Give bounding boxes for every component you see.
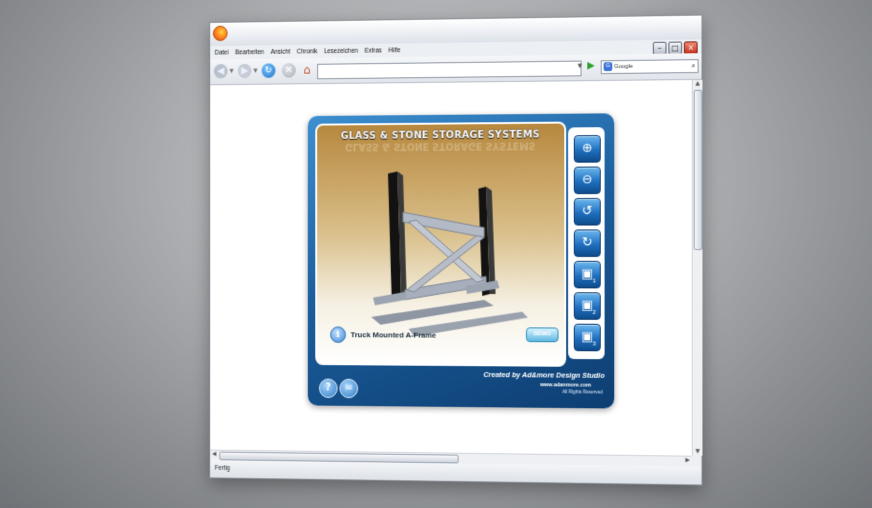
search-placeholder: Google xyxy=(614,63,633,71)
search-box[interactable]: G Google ⌕ xyxy=(600,59,699,75)
rotate-left-icon: ↺ xyxy=(582,203,593,219)
left-foot xyxy=(373,291,407,306)
credit-website[interactable]: www.adanmore.com xyxy=(540,382,591,388)
info-icon[interactable]: i xyxy=(330,326,346,343)
zoom-in-icon: ⊕ xyxy=(582,141,593,156)
browser-window: – □ × Datei Bearbeiten Ansicht Chronik L… xyxy=(48,0,872,508)
rotate-right-icon: ↻ xyxy=(582,235,593,251)
help-button[interactable]: ? xyxy=(318,378,338,399)
reload-button[interactable]: ↻ xyxy=(261,63,276,78)
help-icon: ? xyxy=(325,382,331,394)
caption-bar: i Truck Mounted A-Frame DEMO xyxy=(323,323,561,348)
address-dropdown-icon[interactable]: ▼ xyxy=(578,63,582,70)
tool-panel: ⊕ ⊖ ↺ ↻ ▣ 1 ▣ 2 ▣ 3 xyxy=(568,127,605,360)
zoom-out-icon: ⊖ xyxy=(582,172,593,188)
camera-2-number: 2 xyxy=(592,309,596,316)
scroll-left-icon[interactable]: ◀ xyxy=(212,451,216,458)
back-history-dropdown-icon[interactable]: ▼ xyxy=(229,68,233,75)
search-icon[interactable]: ⌕ xyxy=(691,60,695,72)
scroll-right-icon[interactable]: ▶ xyxy=(685,457,690,464)
menu-ansicht[interactable]: Ansicht xyxy=(271,48,291,55)
home-button[interactable]: ⌂ xyxy=(300,63,313,77)
model-caption: Truck Mounted A-Frame xyxy=(350,330,437,340)
back-button[interactable]: ◀ xyxy=(213,63,228,79)
vertical-scrollbar[interactable]: ▲ ▼ xyxy=(691,79,703,456)
forward-history-dropdown-icon[interactable]: ▼ xyxy=(253,67,257,74)
mail-button[interactable]: ✉ xyxy=(339,378,359,399)
demo-button[interactable]: DEMO xyxy=(525,327,559,343)
status-text: Fertig xyxy=(214,464,231,472)
firefox-logo-icon xyxy=(212,25,228,42)
rotate-left-button[interactable]: ↺ xyxy=(573,197,601,226)
camera-1-button[interactable]: ▣ 1 xyxy=(573,260,601,289)
camera-3-button[interactable]: ▣ 3 xyxy=(573,323,601,352)
a-frame-model xyxy=(371,171,528,338)
go-button[interactable]: ▶ xyxy=(587,60,596,72)
scroll-down-icon[interactable]: ▼ xyxy=(694,448,702,456)
address-bar[interactable] xyxy=(317,60,582,80)
credit-rights: All Rights Reserved xyxy=(562,390,603,396)
app-title-reflection: GLASS & STONE STORAGE SYSTEMS xyxy=(344,139,536,152)
scroll-up-icon[interactable]: ▲ xyxy=(694,80,702,88)
vertical-scroll-thumb[interactable] xyxy=(693,89,703,251)
credit-studio: Created by Ad&more Design Studio xyxy=(483,370,605,380)
model-stage[interactable]: GLASS & STONE STORAGE SYSTEMS GLASS & ST… xyxy=(315,121,567,367)
menu-chronik[interactable]: Chronik xyxy=(297,48,318,55)
menu-lesezeichen[interactable]: Lesezeichen xyxy=(324,47,358,54)
camera-1-number: 1 xyxy=(592,277,596,285)
menu-datei[interactable]: Datei xyxy=(215,49,229,56)
menu-extras[interactable]: Extras xyxy=(364,47,381,54)
menu-bearbeiten[interactable]: Bearbeiten xyxy=(235,49,264,56)
flash-app: GLASS & STONE STORAGE SYSTEMS GLASS & ST… xyxy=(307,113,615,409)
menu-hilfe[interactable]: Hilfe xyxy=(388,47,400,54)
camera-3-number: 3 xyxy=(592,340,596,348)
stop-button[interactable]: ✕ xyxy=(281,63,296,78)
mail-icon: ✉ xyxy=(345,383,353,394)
forward-button[interactable]: ▶ xyxy=(237,63,252,79)
browser-frame: – □ × Datei Bearbeiten Ansicht Chronik L… xyxy=(209,14,703,486)
zoom-out-button[interactable]: ⊖ xyxy=(573,166,601,195)
search-engine-icon[interactable]: G xyxy=(603,62,613,72)
zoom-in-button[interactable]: ⊕ xyxy=(573,135,601,163)
page-content: GLASS & STONE STORAGE SYSTEMS GLASS & ST… xyxy=(210,79,692,456)
camera-2-button[interactable]: ▣ 2 xyxy=(573,292,601,320)
rotate-right-button[interactable]: ↻ xyxy=(573,229,601,257)
